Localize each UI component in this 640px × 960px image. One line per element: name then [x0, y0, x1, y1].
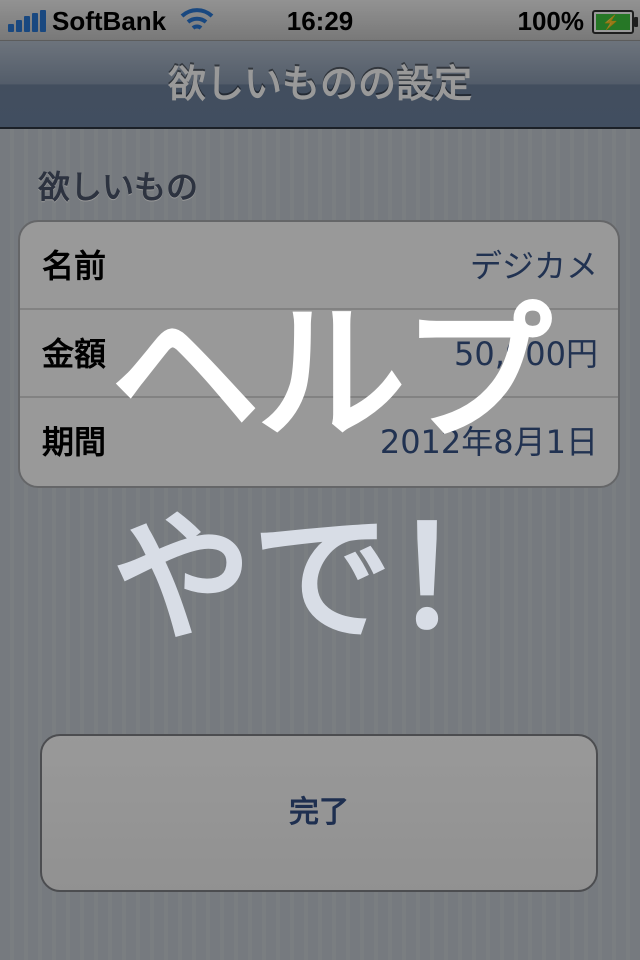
help-overlay[interactable]	[0, 0, 640, 960]
help-text-line2: やで！	[112, 498, 533, 661]
help-text-line1: ヘルプ	[110, 288, 552, 462]
